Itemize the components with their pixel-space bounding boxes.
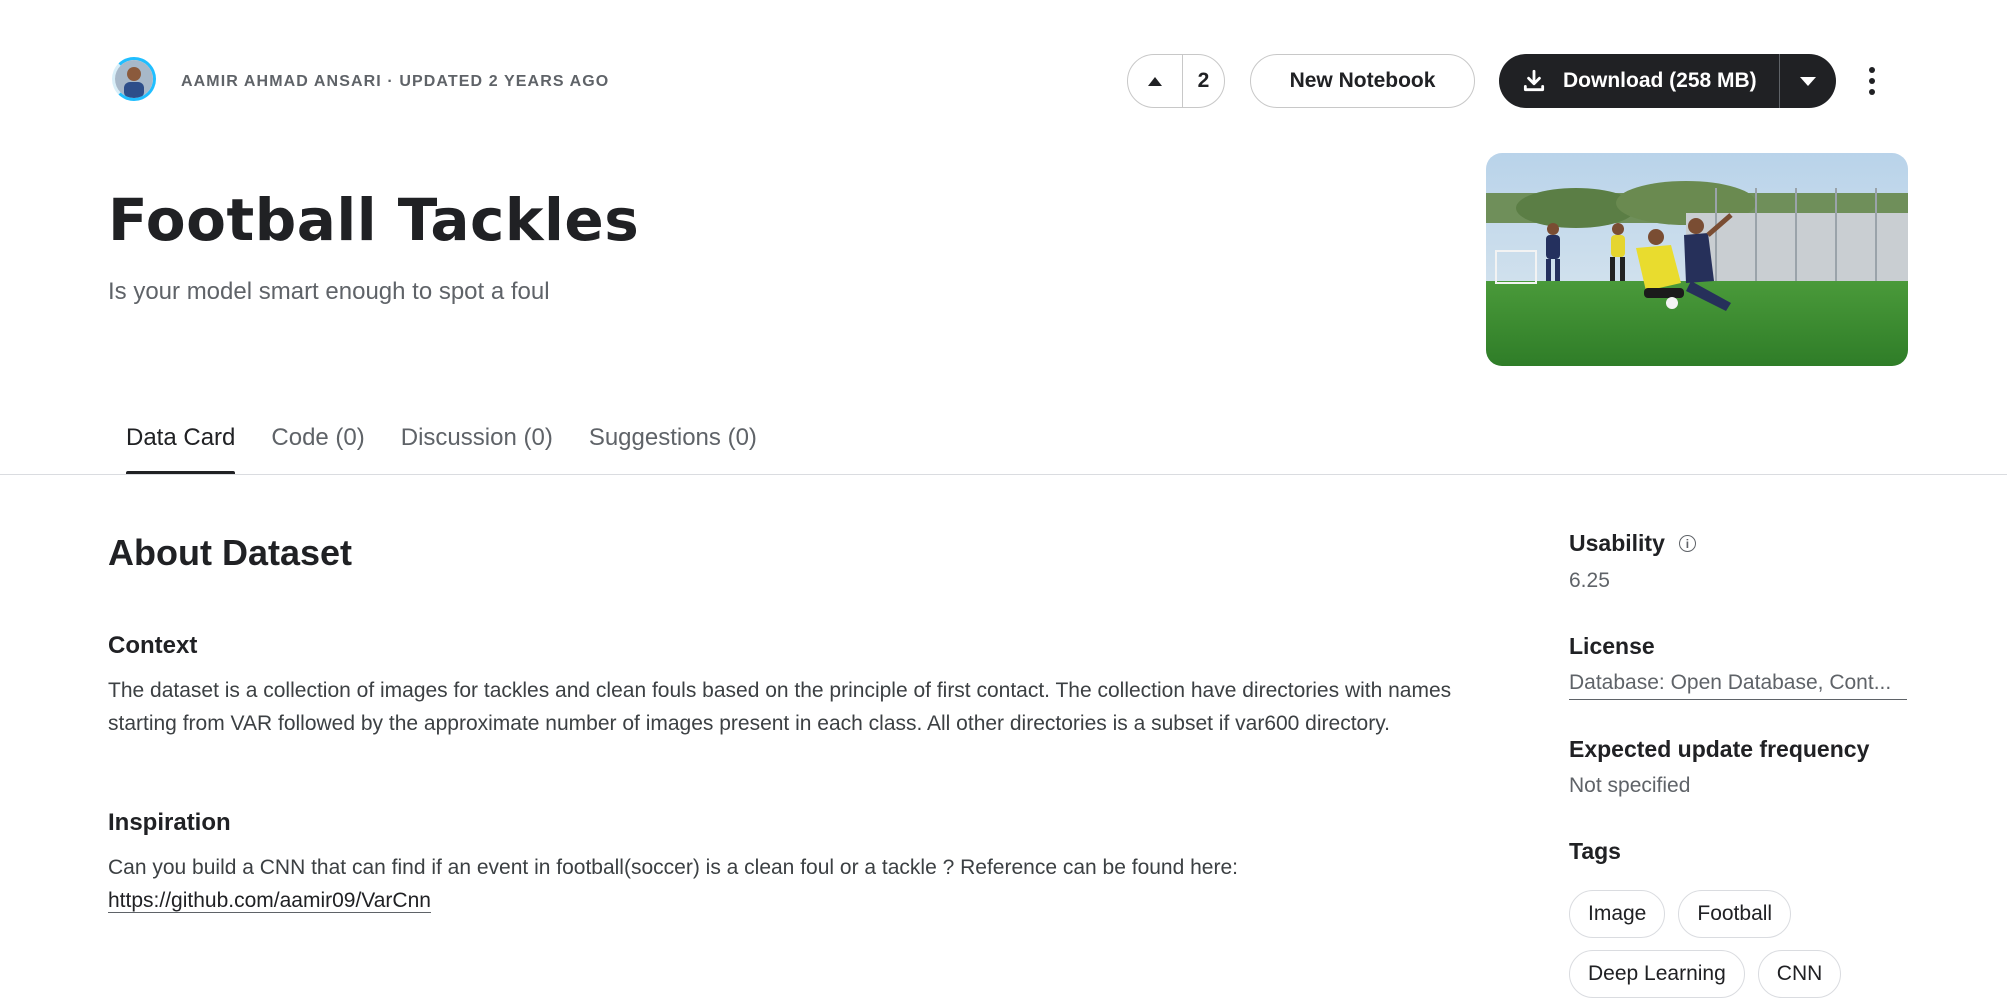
tag-chip-deep-learning[interactable]: Deep Learning — [1569, 950, 1745, 998]
caret-down-icon — [1800, 76, 1816, 86]
tag-chip-cnn[interactable]: CNN — [1757, 950, 1842, 998]
more-vert-icon[interactable] — [1858, 63, 1886, 99]
owner-avatar[interactable] — [112, 57, 156, 101]
inspiration-paragraph: Can you build a CNN that can find if an … — [108, 851, 1508, 917]
update-frequency-value: Not specified — [1569, 774, 1691, 797]
upvote-group: 2 — [1127, 54, 1225, 108]
context-heading: Context — [108, 632, 198, 659]
about-heading: About Dataset — [108, 532, 353, 573]
vote-count: 2 — [1197, 69, 1210, 92]
new-notebook-button[interactable]: New Notebook — [1250, 54, 1475, 108]
dataset-cover-image — [1486, 153, 1908, 366]
tag-chip-football[interactable]: Football — [1678, 890, 1792, 938]
dataset-subtitle: Is your model smart enough to spot a fou… — [108, 278, 550, 305]
license-link[interactable]: Database: Open Database, Cont... — [1569, 671, 1907, 700]
upvote-button[interactable] — [1128, 55, 1183, 107]
tab-suggestions[interactable]: Suggestions (0) — [571, 420, 775, 475]
dataset-title: Football Tackles — [108, 186, 640, 254]
usability-label: Usability — [1569, 530, 1665, 556]
tab-code[interactable]: Code (0) — [253, 420, 382, 475]
tabs-divider — [0, 474, 2007, 475]
owner-updated-line: AAMIR AHMAD ANSARI · UPDATED 2 YEARS AGO — [181, 73, 610, 90]
info-icon[interactable]: i — [1678, 535, 1696, 552]
tag-chip-image[interactable]: Image — [1569, 890, 1666, 938]
tab-discussion[interactable]: Discussion (0) — [383, 420, 571, 475]
tags-heading: Tags — [1569, 838, 1621, 864]
tab-data-card[interactable]: Data Card — [108, 420, 253, 475]
usability-score: 6.25 — [1569, 569, 1610, 592]
download-button[interactable]: Download (258 MB) — [1499, 54, 1779, 108]
download-button-group: Download (258 MB) — [1499, 54, 1836, 108]
inspiration-link[interactable]: https://github.com/aamir09/VarCnn — [108, 889, 431, 913]
download-label: Download (258 MB) — [1563, 69, 1757, 92]
dataset-tabs: Data Card Code (0) Discussion (0) Sugges… — [108, 420, 775, 475]
usability-heading: Usability i — [1569, 530, 1696, 557]
download-icon — [1523, 69, 1545, 92]
context-text: The dataset is a collection of images fo… — [108, 679, 1452, 735]
license-heading: License — [1569, 633, 1655, 659]
download-options-button[interactable] — [1780, 54, 1836, 108]
caret-up-icon — [1148, 76, 1162, 86]
update-frequency-heading: Expected update frequency — [1569, 736, 1870, 762]
inspiration-text: Can you build a CNN that can find if an … — [108, 856, 1238, 879]
inspiration-heading: Inspiration — [108, 809, 231, 836]
tag-list: Image Football Deep Learning CNN — [1569, 890, 1909, 998]
